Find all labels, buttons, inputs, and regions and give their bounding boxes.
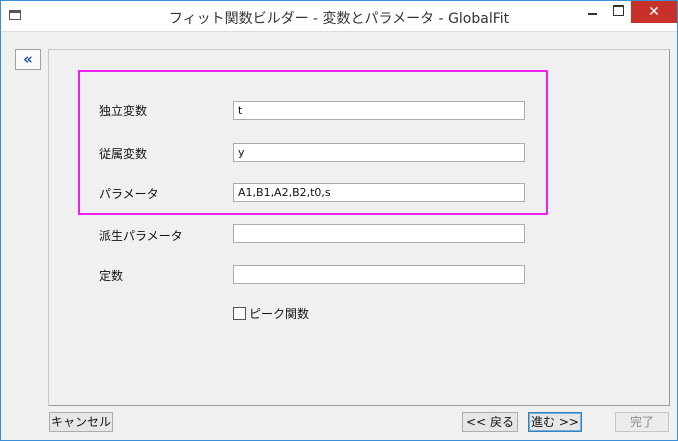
constants-input[interactable] [233,265,525,284]
constants-label: 定数 [99,269,124,283]
double-chevron-left-icon: « [23,50,33,68]
derived-parameters-input[interactable] [233,224,525,243]
next-button[interactable]: 進む >> [528,412,582,432]
checkbox-unchecked-icon [233,307,246,320]
close-icon: ✕ [648,4,660,20]
collapse-panel-button[interactable]: « [15,49,41,70]
close-button[interactable]: ✕ [631,1,677,23]
maximize-button[interactable] [605,1,631,23]
title-bar: フィット関数ビルダー - 変数とパラメータ - GlobalFit ✕ [1,1,677,32]
back-button[interactable]: << 戻る [462,412,518,432]
window-title: フィット関数ビルダー - 変数とパラメータ - GlobalFit [168,11,510,27]
finish-button[interactable]: 完了 [615,412,669,432]
parameters-input[interactable] [233,183,525,202]
dependent-variables-input[interactable] [233,143,525,162]
peak-function-checkbox[interactable]: ピーク関数 [233,305,309,321]
minimize-button[interactable] [579,1,605,23]
maximize-icon [612,4,624,16]
independent-variables-input[interactable] [233,101,525,120]
derived-parameters-label: 派生パラメータ [99,229,183,243]
minimize-icon [587,12,597,15]
fit-function-builder-window: フィット関数ビルダー - 変数とパラメータ - GlobalFit ✕ « 独立… [0,0,678,441]
dependent-variables-label: 従属変数 [99,147,148,161]
peak-function-label: ピーク関数 [249,307,310,321]
cancel-button[interactable]: キャンセル [49,412,113,432]
independent-variables-label: 独立変数 [99,104,148,118]
parameters-label: パラメータ [99,187,159,201]
